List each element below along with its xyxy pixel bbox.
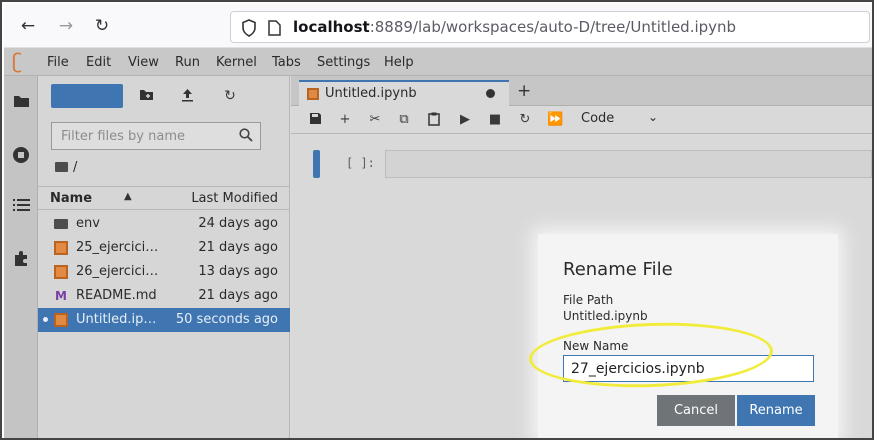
file-row-selected[interactable]: Untitled.ip… 50 seconds ago (38, 308, 290, 332)
dialog-title: Rename File (563, 259, 673, 280)
notebook-icon (54, 241, 68, 255)
notebook-icon (54, 265, 68, 279)
code-cell-input[interactable] (385, 150, 872, 178)
menu-file[interactable]: File (47, 55, 69, 70)
add-tab-icon[interactable]: + (517, 81, 531, 101)
forward-button[interactable]: → (56, 16, 76, 36)
file-path-value: Untitled.ipynb (563, 309, 648, 323)
restart-icon[interactable]: ↻ (517, 112, 533, 128)
notebook-toolbar: + ✂ ⧉ ▶ ■ ↻ ⏩ Code ⌄ (291, 106, 872, 134)
file-name: env (76, 216, 100, 231)
save-icon[interactable] (307, 112, 323, 128)
menu-help[interactable]: Help (384, 55, 414, 70)
file-modified: 21 days ago (198, 240, 278, 255)
menu-edit[interactable]: Edit (86, 55, 111, 70)
file-row[interactable]: 25_ejercici… 21 days ago (38, 236, 290, 260)
cancel-button[interactable]: Cancel (657, 395, 735, 426)
file-modified: 21 days ago (198, 288, 278, 303)
browser-window: ← → ↻ localhost:8889/lab/workspaces/auto… (0, 0, 874, 440)
column-name[interactable]: Name (50, 191, 92, 206)
sort-ascending-icon[interactable]: ▲ (124, 191, 132, 202)
browser-toolbar: ← → ↻ localhost:8889/lab/workspaces/auto… (4, 4, 872, 48)
file-name: 26_ejercici… (76, 264, 159, 279)
folder-icon[interactable] (12, 94, 30, 112)
new-name-label: New Name (563, 339, 629, 353)
search-icon (239, 128, 253, 146)
shield-icon (242, 19, 256, 37)
file-modified: 24 days ago (198, 216, 278, 231)
upload-icon[interactable] (179, 88, 195, 104)
run-icon[interactable]: ▶ (457, 112, 473, 128)
file-list-header: Name ▲ Last Modified (38, 186, 290, 210)
tab-bar: Untitled.ipynb + (291, 76, 872, 106)
notebook-icon (307, 88, 319, 100)
markdown-icon: M (55, 289, 67, 303)
url-host: localhost (293, 18, 370, 36)
tab-untitled[interactable]: Untitled.ipynb (299, 80, 509, 106)
cell-type-select[interactable]: Code (581, 111, 614, 126)
filter-box (51, 122, 261, 150)
chevron-down-icon[interactable]: ⌄ (648, 110, 658, 124)
page-icon (268, 20, 281, 36)
rename-button[interactable]: Rename (737, 395, 815, 426)
file-modified: 13 days ago (198, 264, 278, 279)
insert-cell-icon[interactable]: + (337, 112, 353, 128)
notebook-icon (54, 313, 68, 327)
file-row[interactable]: env 24 days ago (38, 212, 290, 236)
menu-view[interactable]: View (128, 55, 159, 70)
new-launcher-button[interactable] (51, 84, 123, 108)
active-cell-marker (313, 150, 320, 178)
refresh-icon[interactable]: ↻ (222, 88, 238, 104)
jupyter-logo-icon: ʗ (12, 49, 23, 73)
file-browser: ↻ / Name ▲ Last Modified env 24 days ago… (38, 76, 290, 438)
breadcrumb-root[interactable]: / (73, 160, 77, 175)
file-path-label: File Path (563, 293, 614, 307)
url-path: :8889/lab/workspaces/auto-D/tree/Untitle… (369, 18, 737, 36)
file-name: 25_ejercici… (76, 240, 159, 255)
filter-input[interactable] (61, 129, 231, 144)
file-row[interactable]: M README.md 21 days ago (38, 284, 290, 308)
url-text: localhost:8889/lab/workspaces/auto-D/tre… (293, 18, 736, 36)
reload-button[interactable]: ↻ (92, 16, 112, 36)
new-folder-icon[interactable] (138, 88, 154, 104)
extension-icon[interactable] (12, 250, 30, 268)
menu-run[interactable]: Run (175, 55, 200, 70)
address-bar[interactable]: localhost:8889/lab/workspaces/auto-D/tre… (230, 11, 870, 43)
menu-bar: ʗ File Edit View Run Kernel Tabs Setting… (4, 48, 872, 76)
menu-tabs[interactable]: Tabs (272, 55, 301, 70)
folder-icon (54, 219, 68, 229)
activity-bar (4, 76, 38, 438)
tab-label: Untitled.ipynb (325, 86, 417, 101)
file-name: Untitled.ip… (76, 312, 157, 327)
folder-icon (55, 162, 68, 172)
column-last-modified[interactable]: Last Modified (191, 191, 278, 206)
cell-prompt: [ ]: (346, 156, 375, 170)
running-icon[interactable] (12, 146, 30, 164)
file-modified: 50 seconds ago (175, 312, 278, 327)
file-name: README.md (76, 288, 157, 303)
menu-kernel[interactable]: Kernel (216, 55, 257, 70)
stop-icon[interactable]: ■ (487, 112, 503, 128)
menu-settings[interactable]: Settings (317, 55, 370, 70)
running-dot-icon (43, 317, 48, 322)
copy-icon[interactable]: ⧉ (396, 112, 412, 128)
file-row[interactable]: 26_ejercici… 13 days ago (38, 260, 290, 284)
toc-icon[interactable] (12, 198, 30, 216)
paste-icon[interactable] (426, 112, 442, 128)
cut-icon[interactable]: ✂ (367, 112, 383, 128)
unsaved-dot-icon[interactable] (486, 89, 495, 98)
rename-dialog: Rename File File Path Untitled.ipynb New… (527, 234, 838, 438)
fast-forward-icon[interactable]: ⏩ (547, 112, 563, 128)
back-button[interactable]: ← (18, 16, 38, 36)
new-name-input[interactable] (563, 355, 814, 382)
breadcrumb[interactable]: / (55, 160, 77, 175)
